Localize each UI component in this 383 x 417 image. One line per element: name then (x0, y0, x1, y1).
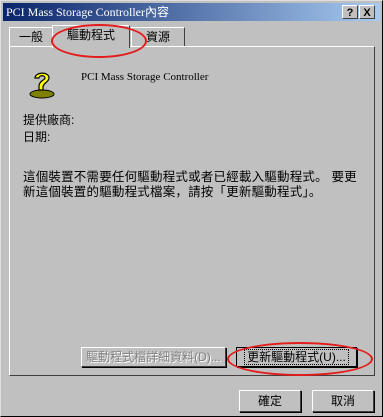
title-bar[interactable]: PCI Mass Storage Controller內容 ? X (3, 3, 380, 21)
properties-dialog: PCI Mass Storage Controller內容 ? X 一般 驅動程… (0, 0, 383, 417)
window-title: PCI Mass Storage Controller內容 (6, 5, 169, 19)
help-button[interactable]: ? (342, 5, 358, 19)
ok-button[interactable]: 確定 (239, 390, 301, 412)
device-name: PCI Mass Storage Controller (81, 71, 209, 83)
question-mark-icon (29, 72, 55, 99)
date-label: 日期: (23, 130, 51, 144)
tab-driver[interactable]: 驅動程式 (52, 25, 130, 48)
close-button[interactable]: X (359, 5, 375, 19)
tab-resources[interactable]: 資源 (131, 27, 185, 46)
driver-description: 這個裝置不需要任何驅動程式或者已經載入驅動程式。 要更新這個裝置的驅動程式檔案，… (23, 170, 357, 199)
update-driver-button[interactable]: 更新驅動程式(U)... (236, 347, 357, 367)
cancel-button[interactable]: 取消 (312, 390, 374, 412)
update-driver-label: 更新驅動程式(U)... (244, 349, 349, 365)
driver-details-button[interactable]: 驅動程式檔詳細資料(D)... (81, 347, 226, 367)
provider-label: 提供廠商: (23, 113, 75, 127)
tab-panel (9, 46, 375, 376)
tab-general[interactable]: 一般 (9, 27, 53, 46)
